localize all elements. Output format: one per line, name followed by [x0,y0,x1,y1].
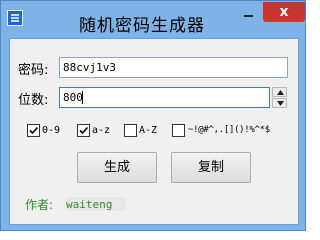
option-label-uppercase: A-Z [139,125,158,136]
password-label: 密码: [18,63,49,78]
spin-down-button[interactable] [272,98,287,108]
checkmark-icon [79,126,89,135]
checkbox-digits[interactable] [27,124,40,137]
text-caret [82,91,83,104]
arrow-up-icon [277,90,284,95]
length-input[interactable]: 800 [59,87,270,108]
close-button[interactable]: x [263,2,305,22]
app-window: 随机密码生成器 x 密码: 88cvj1v3 位数: 800 0-9 a-z A… [0,0,306,231]
author-label: 作者: [25,198,54,212]
generate-button[interactable]: 生成 [77,152,157,183]
option-label-symbols: ~!@#^,.[]()!%^*$ [188,125,270,135]
app-icon [7,10,23,26]
window-title: 随机密码生成器 [79,16,205,36]
option-label-digits: 0-9 [42,125,61,136]
arrow-down-icon [277,101,284,106]
minimize-button[interactable] [235,2,261,22]
length-label: 位数: [18,93,49,108]
checkbox-lowercase[interactable] [77,124,90,137]
checkmark-icon [29,126,39,135]
client-area: 密码: 88cvj1v3 位数: 800 0-9 a-z A-Z ~!@#^,.… [9,38,299,225]
checkbox-uppercase[interactable] [124,124,137,137]
title-bar[interactable]: 随机密码生成器 x [1,1,305,37]
option-label-lowercase: a-z [92,125,111,136]
close-icon: x [279,4,289,20]
spin-up-button[interactable] [272,87,287,97]
minimize-icon [244,15,253,17]
copy-button[interactable]: 复制 [171,152,251,183]
length-value: 800 [63,91,83,104]
password-field[interactable]: 88cvj1v3 [59,57,288,78]
author-name: waiteng [66,198,113,211]
checkbox-symbols[interactable] [172,124,185,137]
